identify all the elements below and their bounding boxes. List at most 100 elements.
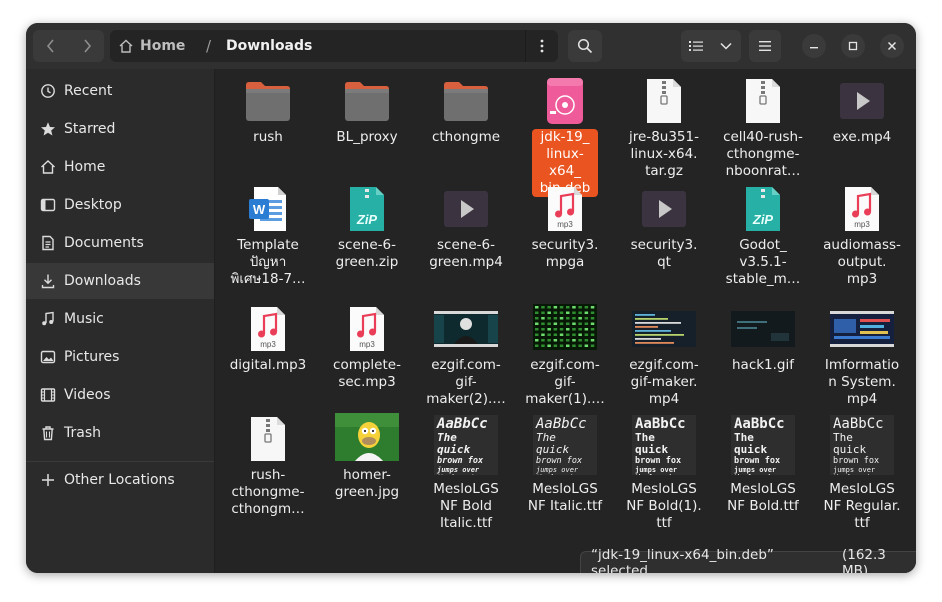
font-preview-icon: AaBbCcThe quickbrown foxjumps overthe la… (533, 415, 597, 475)
file-item[interactable]: AaBbCcThe quickbrown foxjumps overthe la… (813, 415, 911, 531)
file-name-line: green.mp4 (429, 254, 503, 270)
archive-icon (746, 79, 780, 123)
file-item[interactable]: ezgif.com-gif-maker(2).… (417, 305, 515, 415)
file-name-line: rush (253, 129, 283, 145)
font-preview-line: The quick (734, 431, 768, 456)
file-name: hack1.gif (714, 357, 812, 374)
font-preview-line: the lazy dog (635, 474, 693, 475)
file-item[interactable]: ezgif.com-gif-maker. mp4 (615, 305, 713, 415)
trash-icon (39, 424, 57, 442)
file-name-line: NF Bold.ttf (727, 498, 799, 514)
search-icon (577, 38, 593, 54)
file-manager-window: Home / Downloads Recent Starred Home Des… (26, 23, 916, 573)
sidebar-item-label: Other Locations (64, 472, 175, 488)
file-item[interactable]: ZiP scene-6- green.zip (318, 185, 416, 295)
sidebar-item-desktop[interactable]: Desktop (26, 187, 214, 223)
sidebar-item-label: Desktop (64, 197, 122, 213)
font-preview-line: jumps over (437, 466, 480, 474)
file-item[interactable]: mp3 digital.mp3 (219, 305, 317, 415)
file-name: MesloLGS NF Regular. ttf (813, 481, 911, 532)
view-options-button[interactable] (711, 30, 741, 62)
path-current-folder[interactable]: Downloads (226, 30, 312, 62)
file-name-line: NF Bold(1). (626, 498, 702, 514)
forward-button[interactable] (69, 30, 104, 62)
svg-text:mp3: mp3 (359, 340, 375, 349)
sidebar-item-starred[interactable]: Starred (26, 111, 214, 147)
list-view-button[interactable] (681, 30, 711, 62)
file-item[interactable]: Imformatio n System. mp4 (813, 305, 911, 415)
path-menu-button[interactable] (525, 30, 558, 62)
back-button[interactable] (33, 30, 68, 62)
maximize-button[interactable] (841, 34, 865, 58)
vertical-dots-icon (540, 39, 544, 53)
chevron-right-icon (83, 39, 91, 53)
path-home-button[interactable]: Home (118, 30, 185, 62)
file-name-line: sec.mp3 (338, 374, 396, 390)
file-item[interactable]: hack1.gif (714, 305, 812, 415)
file-name-line: output. (837, 254, 887, 270)
file-item[interactable]: cell40-rush-cthongme-nboonrat… (714, 77, 812, 187)
file-item[interactable]: jdk-19_linux-x64_bin.deb (516, 77, 614, 197)
file-item[interactable]: ezgif.com-gif-maker(1).… (516, 304, 614, 415)
file-thumbnail (714, 77, 812, 125)
sidebar-item-home[interactable]: Home (26, 149, 214, 185)
sidebar-item-downloads[interactable]: Downloads (26, 263, 214, 299)
font-preview-line: jumps over (734, 466, 777, 474)
dark-image-thumbnail (731, 311, 795, 347)
navigation-buttons (33, 30, 104, 62)
sidebar-item-pictures[interactable]: Pictures (26, 339, 214, 375)
file-thumbnail (417, 77, 515, 125)
file-item[interactable]: mp3 complete-sec.mp3 (318, 305, 416, 415)
file-name-line: cthongme (431, 129, 501, 145)
file-item[interactable]: homer-green.jpg (318, 413, 416, 525)
chevron-down-icon (720, 42, 732, 50)
svg-text:mp3: mp3 (260, 340, 276, 349)
file-thumbnail (417, 185, 515, 233)
file-item[interactable]: ZiP Godot_ v3.5.1- stable_m… (714, 185, 812, 295)
sidebar-item-music[interactable]: Music (26, 301, 214, 337)
code-image-thumbnail (632, 311, 696, 347)
file-name: rush-cthongme-cthongm… (219, 467, 317, 518)
deb-package-icon (547, 78, 583, 124)
file-item[interactable]: W Template ปัญหา พิเศษ18-7… (219, 185, 317, 295)
file-item[interactable]: security3. qt (615, 185, 713, 295)
file-item[interactable]: scene-6- green.mp4 (417, 185, 515, 295)
sidebar-item-recent[interactable]: Recent (26, 73, 214, 109)
file-item[interactable]: jre-8u351- linux-x64. tar.gz (615, 77, 713, 187)
close-button[interactable] (880, 34, 904, 58)
font-preview-icon: AaBbCcThe quickbrown foxjumps overthe la… (830, 415, 894, 475)
path-home-label: Home (140, 38, 186, 54)
file-item[interactable]: mp3 audiomass-output. mp3 (813, 185, 911, 295)
font-preview-sample: AaBbCc (833, 416, 884, 432)
svg-text:ZiP: ZiP (356, 212, 378, 227)
file-item[interactable]: cthongme (417, 77, 515, 187)
maximize-icon (848, 41, 858, 51)
file-name-line: digital.mp3 (229, 357, 307, 373)
sidebar-item-other-locations[interactable]: Other Locations (26, 462, 214, 498)
file-name-line: security3. (630, 237, 698, 253)
file-item[interactable]: exe.mp4 (813, 77, 911, 187)
file-name-line: maker(1).… (525, 391, 605, 407)
search-button[interactable] (568, 30, 602, 62)
file-item[interactable]: AaBbCcThe quickbrown foxjumps overthe la… (417, 415, 515, 531)
file-name-line: MesloLGS (433, 481, 499, 497)
file-item[interactable]: AaBbCcThe quickbrown foxjumps overthe la… (615, 415, 713, 531)
main-menu-button[interactable] (749, 30, 781, 62)
picture-icon (39, 348, 57, 366)
minimize-button[interactable] (802, 34, 826, 58)
file-item[interactable]: mp3 security3. mpga (516, 185, 614, 295)
file-item[interactable]: rush (219, 77, 317, 187)
sidebar-item-videos[interactable]: Videos (26, 377, 214, 413)
file-name-line: green.jpg (334, 484, 400, 500)
file-item[interactable]: AaBbCcThe quickbrown foxjumps overthe la… (714, 415, 812, 525)
download-icon (39, 272, 57, 290)
file-item[interactable]: AaBbCcThe quickbrown foxjumps overthe la… (516, 415, 614, 525)
file-name-line: MesloLGS (829, 481, 895, 497)
file-name: MesloLGS NF Bold Italic.ttf (417, 481, 515, 532)
path-separator: / (206, 37, 212, 55)
file-item[interactable]: rush-cthongme-cthongm… (219, 415, 317, 525)
sidebar-item-documents[interactable]: Documents (26, 225, 214, 261)
sidebar-item-trash[interactable]: Trash (26, 415, 214, 451)
file-item[interactable]: BL_proxy (318, 77, 416, 187)
audio-file-icon: mp3 (251, 307, 285, 351)
